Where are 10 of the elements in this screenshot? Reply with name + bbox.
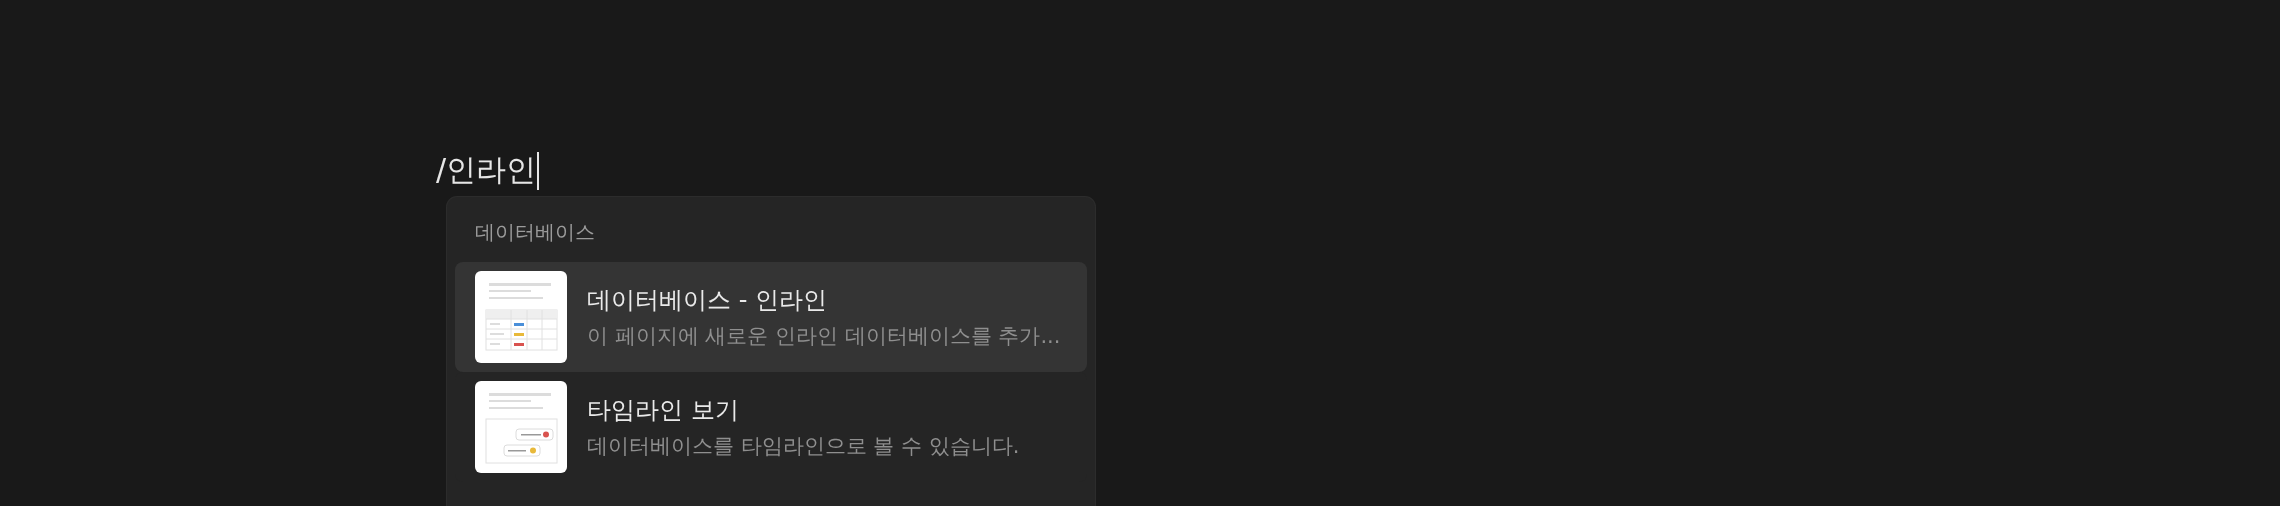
- item-title: 데이터베이스 - 인라인: [587, 285, 828, 316]
- text-cursor: [537, 152, 540, 190]
- section-header: 데이터베이스: [474, 219, 596, 246]
- item-description: 이 페이지에 새로운 인라인 데이터베이스를 추가...: [587, 323, 1061, 350]
- table-preview-icon: [475, 271, 567, 363]
- menu-item[interactable]: 데이터베이스 - 인라인 이 페이지에 새로운 인라인 데이터베이스를 추가...: [455, 262, 1087, 372]
- item-title: 타임라인 보기: [587, 395, 740, 426]
- timeline-preview-icon: [475, 381, 567, 473]
- item-description: 데이터베이스를 타임라인으로 볼 수 있습니다.: [587, 433, 1020, 460]
- command-text: /인라인: [436, 151, 537, 189]
